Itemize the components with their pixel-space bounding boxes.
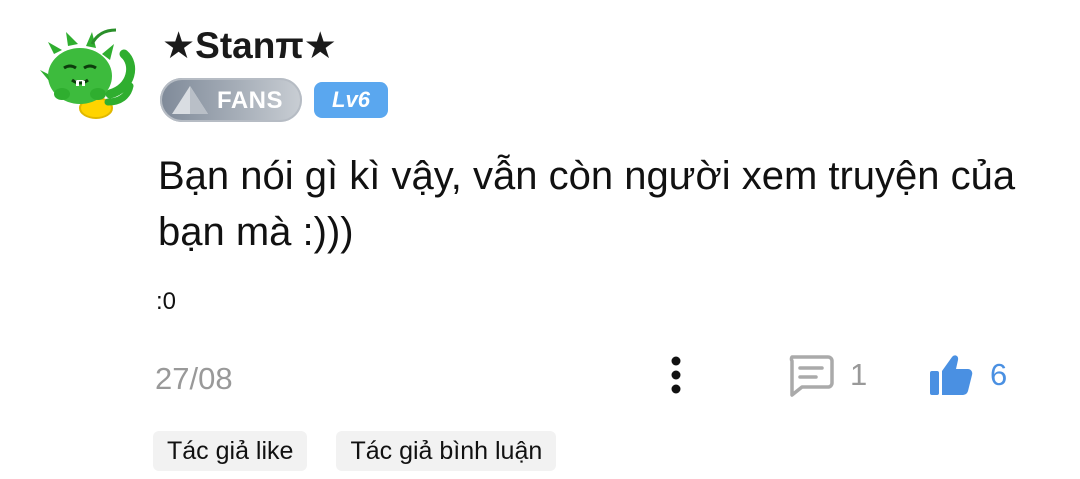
- username[interactable]: ★Stanπ★: [162, 24, 337, 67]
- like-button[interactable]: 6: [928, 350, 1007, 400]
- triangle-icon: [172, 86, 208, 114]
- more-options-button[interactable]: [664, 353, 688, 397]
- reply-button[interactable]: 1: [786, 350, 867, 400]
- reply-count: 1: [850, 357, 868, 392]
- fans-badge-label: FANS: [217, 87, 284, 114]
- user-badges: FANS Lv6: [160, 78, 388, 122]
- tag-author-commented: Tác giả bình luận: [336, 431, 557, 471]
- like-count: 6: [990, 357, 1008, 392]
- user-avatar[interactable]: [40, 24, 140, 124]
- fans-badge[interactable]: FANS: [160, 78, 302, 122]
- tag-author-liked: Tác giả like: [153, 431, 308, 471]
- thumbs-up-icon: [930, 355, 973, 395]
- comment-date: 27/08: [155, 361, 233, 396]
- more-vertical-icon: [671, 356, 681, 394]
- level-badge: Lv6: [314, 82, 388, 118]
- green-dragon-avatar-icon: [40, 28, 136, 119]
- comment-bubble-icon: [789, 355, 834, 397]
- author-tags: Tác giả like Tác giả bình luận: [153, 431, 585, 471]
- comment-text: Bạn nói gì kì vậy, vẫn còn người xem tru…: [158, 154, 1016, 254]
- comment-secondary-text: :0: [156, 288, 177, 315]
